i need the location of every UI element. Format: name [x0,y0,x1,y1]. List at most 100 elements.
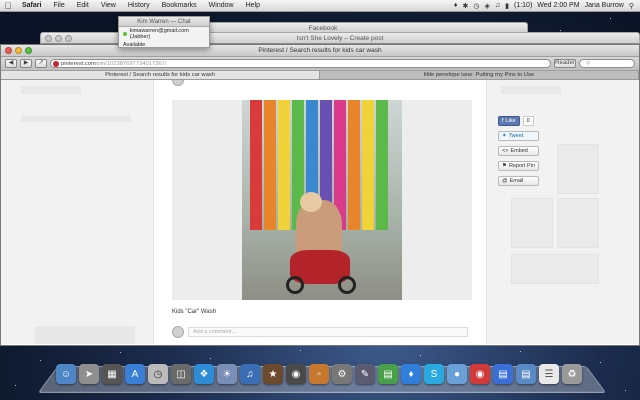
like-label: Like [505,118,516,124]
pin-card: Kids "Car" Wash Add a comment... [153,80,487,344]
safari-title: Pinterest / Search results for kids car … [258,47,382,54]
pin-caption: Kids "Car" Wash [172,309,217,315]
flag-icon: ⚑ [502,163,507,169]
related-pin[interactable] [557,144,599,194]
tab-little-penelope-lane[interactable]: little penelope lane: Putting my Pins to… [320,71,639,79]
url-host: pinterest.com [61,61,96,67]
menu-bookmarks[interactable]: Bookmarks [156,2,203,9]
comment-avatar [172,326,184,338]
menu-clock[interactable]: Wed 2:00 PM [537,2,579,9]
mission-control-icon[interactable]: ▦ [102,364,122,384]
imovie-icon[interactable]: ★ [263,364,283,384]
related-pins [511,144,611,304]
menu-view[interactable]: View [95,2,122,9]
menu-edit[interactable]: Edit [71,2,95,9]
back-button[interactable]: ◀ [5,59,17,68]
tab-pinterest[interactable]: Pinterest / Search results for kids car … [1,71,320,79]
comment-input[interactable]: Add a comment... [188,327,468,337]
tab-bar: Pinterest / Search results for kids car … [1,71,639,80]
facebook-like-button[interactable]: f Like [498,116,520,126]
menu-bar:  Safari File Edit View History Bookmark… [0,0,640,12]
numbers-icon[interactable]: ▤ [378,364,398,384]
ichat-icon[interactable]: ● [447,364,467,384]
child-head [300,192,322,212]
related-pin[interactable] [557,198,599,248]
related-board[interactable] [511,254,599,284]
itunes-icon[interactable]: ♫ [240,364,260,384]
bluetooth-icon[interactable]: ✱ [463,2,469,10]
battery-icon[interactable]: ▮ [505,2,509,10]
ghost-footer-box [35,326,135,344]
menu-user[interactable]: Jana Burrow [585,2,624,9]
wifi-icon[interactable]: ◈ [484,2,489,10]
menu-file[interactable]: File [47,2,70,9]
chat-account: kimawarren@gmail.com (Jabber) [119,27,209,41]
minimize-icon[interactable] [15,47,22,54]
finder-icon[interactable]: ☺ [56,364,76,384]
chat-window[interactable]: Kim Warren — Chat kimawarren@gmail.com (… [118,16,210,48]
address-bar[interactable]: pinterest.com/pin/102387697734017367/ [50,59,551,68]
spotlight-icon[interactable]: ⚲ [629,2,634,10]
apple-icon[interactable]:  [0,1,16,11]
safari-toolbar: ◀ ▶ ↗ pinterest.com/pin/1023876977340173… [1,57,639,71]
menu-history[interactable]: History [122,2,156,9]
chat-status: Available [123,42,146,48]
document-icon[interactable]: ☰ [539,364,559,384]
facetime-icon[interactable]: ◉ [470,364,490,384]
pin-image-frame [172,100,472,300]
blog-window-title-text: Isn't She Lovely – Create post [296,35,384,42]
window-controls [5,47,32,54]
iphoto-icon[interactable]: ☀ [217,364,237,384]
dropbox-icon[interactable]: ♦ [454,2,458,9]
pin-image[interactable] [242,100,402,300]
zoom-icon[interactable] [65,35,72,42]
photo-booth-icon[interactable]: ◉ [286,364,306,384]
menu-app[interactable]: Safari [16,2,47,9]
pinner-avatar[interactable] [172,80,184,86]
blog-window-controls [45,35,72,42]
wheel-left [286,276,304,294]
reader-button[interactable]: Reader [554,59,576,68]
dock: ☺ ➤ ▦ A ◷ ◫ ❖ ☀ ♫ ★ ◉ ▫ ⚙ ✎ ▤ ♦ S ● ◉ ▤ … [56,364,582,384]
facebook-window-title-text: Facebook [308,25,338,32]
search-field[interactable]: ⚲ [579,59,635,68]
time-machine-icon[interactable]: ◷ [473,2,479,10]
dropbox-icon[interactable]: ♦ [401,364,421,384]
comment-row: Add a comment... [172,326,468,338]
facebook-icon: f [502,118,504,124]
close-icon[interactable] [45,35,52,42]
dashboard-icon[interactable]: ◷ [148,364,168,384]
pinterest-favicon-icon [53,61,59,67]
wheel-right [338,276,356,294]
desktop-folder-icon[interactable]: ▤ [516,364,536,384]
zoom-icon[interactable] [25,47,32,54]
skype-icon[interactable]: S [424,364,444,384]
script-editor-icon[interactable]: ✎ [355,364,375,384]
available-icon [123,32,127,36]
system-preferences-icon[interactable]: ⚙ [332,364,352,384]
keynote-icon[interactable]: ▫ [309,364,329,384]
launchpad-icon[interactable]: ➤ [79,364,99,384]
related-pin[interactable] [511,198,553,248]
chat-account-text: kimawarren@gmail.com (Jabber) [129,28,189,40]
minimize-icon[interactable] [55,35,62,42]
ghost-nav [501,86,561,94]
twitter-icon: ✦ [502,133,507,139]
tweet-label: Tweet [508,133,524,139]
battery-time: (1:10) [513,2,533,9]
app-store-icon[interactable]: A [125,364,145,384]
at-icon: @ [502,178,508,184]
safari-icon[interactable]: ❖ [194,364,214,384]
menu-window[interactable]: Window [203,2,240,9]
preview-icon[interactable]: ◫ [171,364,191,384]
status-area: ♦ ✱ ◷ ◈ ♫ ▮ (1:10) Wed 2:00 PM Jana Burr… [454,2,640,10]
menu-help[interactable]: Help [240,2,266,9]
trash-icon[interactable]: ♻ [562,364,582,384]
safari-title-bar[interactable]: Pinterest / Search results for kids car … [1,45,639,57]
close-icon[interactable] [5,47,12,54]
share-button[interactable]: ↗ [35,59,47,68]
forward-button[interactable]: ▶ [20,59,32,68]
pages-icon[interactable]: ▤ [493,364,513,384]
tweet-button[interactable]: ✦ Tweet [498,131,539,141]
volume-icon[interactable]: ♫ [495,2,500,9]
